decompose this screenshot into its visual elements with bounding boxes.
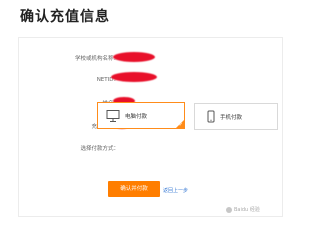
phone-icon bbox=[207, 110, 215, 123]
payment-method-label: 选择付款方式： bbox=[80, 146, 119, 152]
pay-option-mobile[interactable]: 手机付款 bbox=[194, 103, 278, 130]
pay-option-pc-label: 电脑付款 bbox=[125, 114, 148, 120]
page-title: 确认充值信息 bbox=[20, 9, 110, 25]
back-link[interactable]: 返回上一步 bbox=[163, 187, 188, 194]
pay-option-mobile-label: 手机付款 bbox=[220, 115, 243, 121]
netid-label: NETID： bbox=[96, 77, 119, 83]
netid-value-redacted bbox=[111, 72, 157, 82]
watermark-text: Baidu 经验 bbox=[234, 207, 260, 213]
checkmark-icon: ✓ bbox=[178, 122, 183, 128]
pay-option-pc[interactable]: 电脑付款 ✓ bbox=[97, 102, 185, 129]
confirm-pay-button[interactable]: 确认并付款 bbox=[108, 181, 160, 197]
baidu-logo-icon bbox=[226, 206, 232, 213]
school-value-redacted bbox=[113, 52, 155, 62]
monitor-icon bbox=[106, 110, 120, 122]
baidu-watermark: Baidu 经验 bbox=[226, 206, 260, 213]
school-label: 学校或机构名称： bbox=[74, 56, 119, 62]
